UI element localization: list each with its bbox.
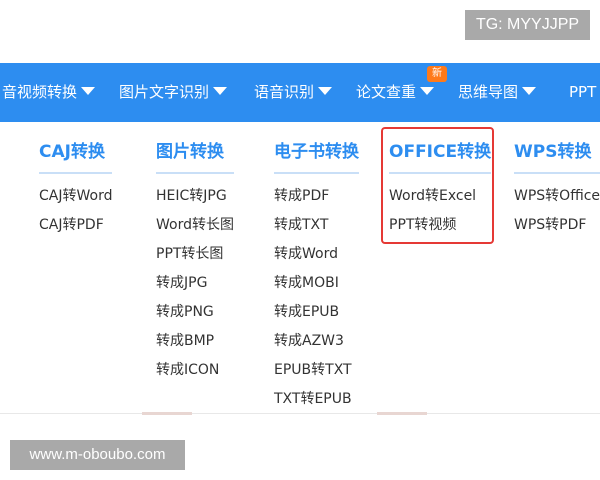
menu-link[interactable]: 转成PDF [274,182,359,211]
nav-item-audio-video[interactable]: 音视频转换 [2,63,96,122]
menu-column-ebook: 电子书转换 转成PDF 转成TXT 转成Word 转成MOBI 转成EPUB 转… [274,138,359,414]
column-title: 图片转换 [156,142,224,162]
menu-link[interactable]: 转成PNG [156,298,234,327]
menu-link[interactable]: 转成EPUB [274,298,359,327]
menu-link[interactable]: PPT转长图 [156,240,234,269]
column-divider [39,172,113,174]
menu-bottom-border [0,413,600,414]
menu-link[interactable]: EPUB转TXT [274,356,359,385]
nav-item-label: 论文查重 [356,83,417,101]
bottom-accent [377,412,427,415]
menu-link[interactable]: 转成JPG [156,269,234,298]
highlight-box [381,127,494,244]
caret-down-icon [420,87,435,95]
nav-item-label: 语音识别 [254,83,315,101]
menu-link[interactable]: 转成AZW3 [274,327,359,356]
caret-down-icon [522,87,537,95]
nav-item-mind-map[interactable]: 思维导图 [458,63,537,122]
column-title: CAJ转换 [39,142,105,162]
menu-link[interactable]: WPS转PDF [514,211,600,240]
caret-down-icon [213,87,228,95]
nav-item-plagiarism-check[interactable]: 论文查重 [356,63,435,122]
nav-item-label: 思维导图 [458,83,519,101]
column-divider [274,172,359,174]
menu-link[interactable]: Word转长图 [156,211,234,240]
nav-item-label: 图片文字识别 [119,83,210,101]
nav-item-label: 音视频转换 [2,83,78,101]
watermark: www.m-oboubo.com [10,440,185,470]
caret-down-icon [81,87,96,95]
column-divider [156,172,234,174]
menu-column-wps: WPS转换 WPS转Office WPS转PDF [514,138,600,240]
bottom-accent [142,412,192,415]
column-title: 电子书转换 [274,142,359,162]
caret-down-icon [318,87,333,95]
top-nav-bar: 音视频转换 图片文字识别 语音识别 论文查重 思维导图 PPT [0,63,600,122]
new-badge: 新 [427,66,447,82]
menu-link[interactable]: 转成ICON [156,356,234,385]
menu-link[interactable]: HEIC转JPG [156,182,234,211]
nav-item-ppt[interactable]: PPT [569,63,596,122]
tg-label: TG: MYYJJPP [465,10,590,40]
menu-column-image: 图片转换 HEIC转JPG Word转长图 PPT转长图 转成JPG 转成PNG… [156,138,234,385]
column-title: WPS转换 [514,142,592,162]
menu-link[interactable]: 转成BMP [156,327,234,356]
nav-item-label: PPT [569,83,597,101]
menu-link[interactable]: CAJ转Word [39,182,112,211]
menu-link[interactable]: 转成MOBI [274,269,359,298]
menu-link[interactable]: 转成TXT [274,211,359,240]
column-divider [514,172,600,174]
menu-link[interactable]: 转成Word [274,240,359,269]
menu-link[interactable]: TXT转EPUB [274,385,359,414]
nav-item-speech-recognition[interactable]: 语音识别 [254,63,333,122]
menu-link[interactable]: WPS转Office [514,182,600,211]
nav-item-image-ocr[interactable]: 图片文字识别 [119,63,228,122]
menu-column-caj: CAJ转换 CAJ转Word CAJ转PDF [39,138,113,240]
menu-link[interactable]: CAJ转PDF [39,211,112,240]
